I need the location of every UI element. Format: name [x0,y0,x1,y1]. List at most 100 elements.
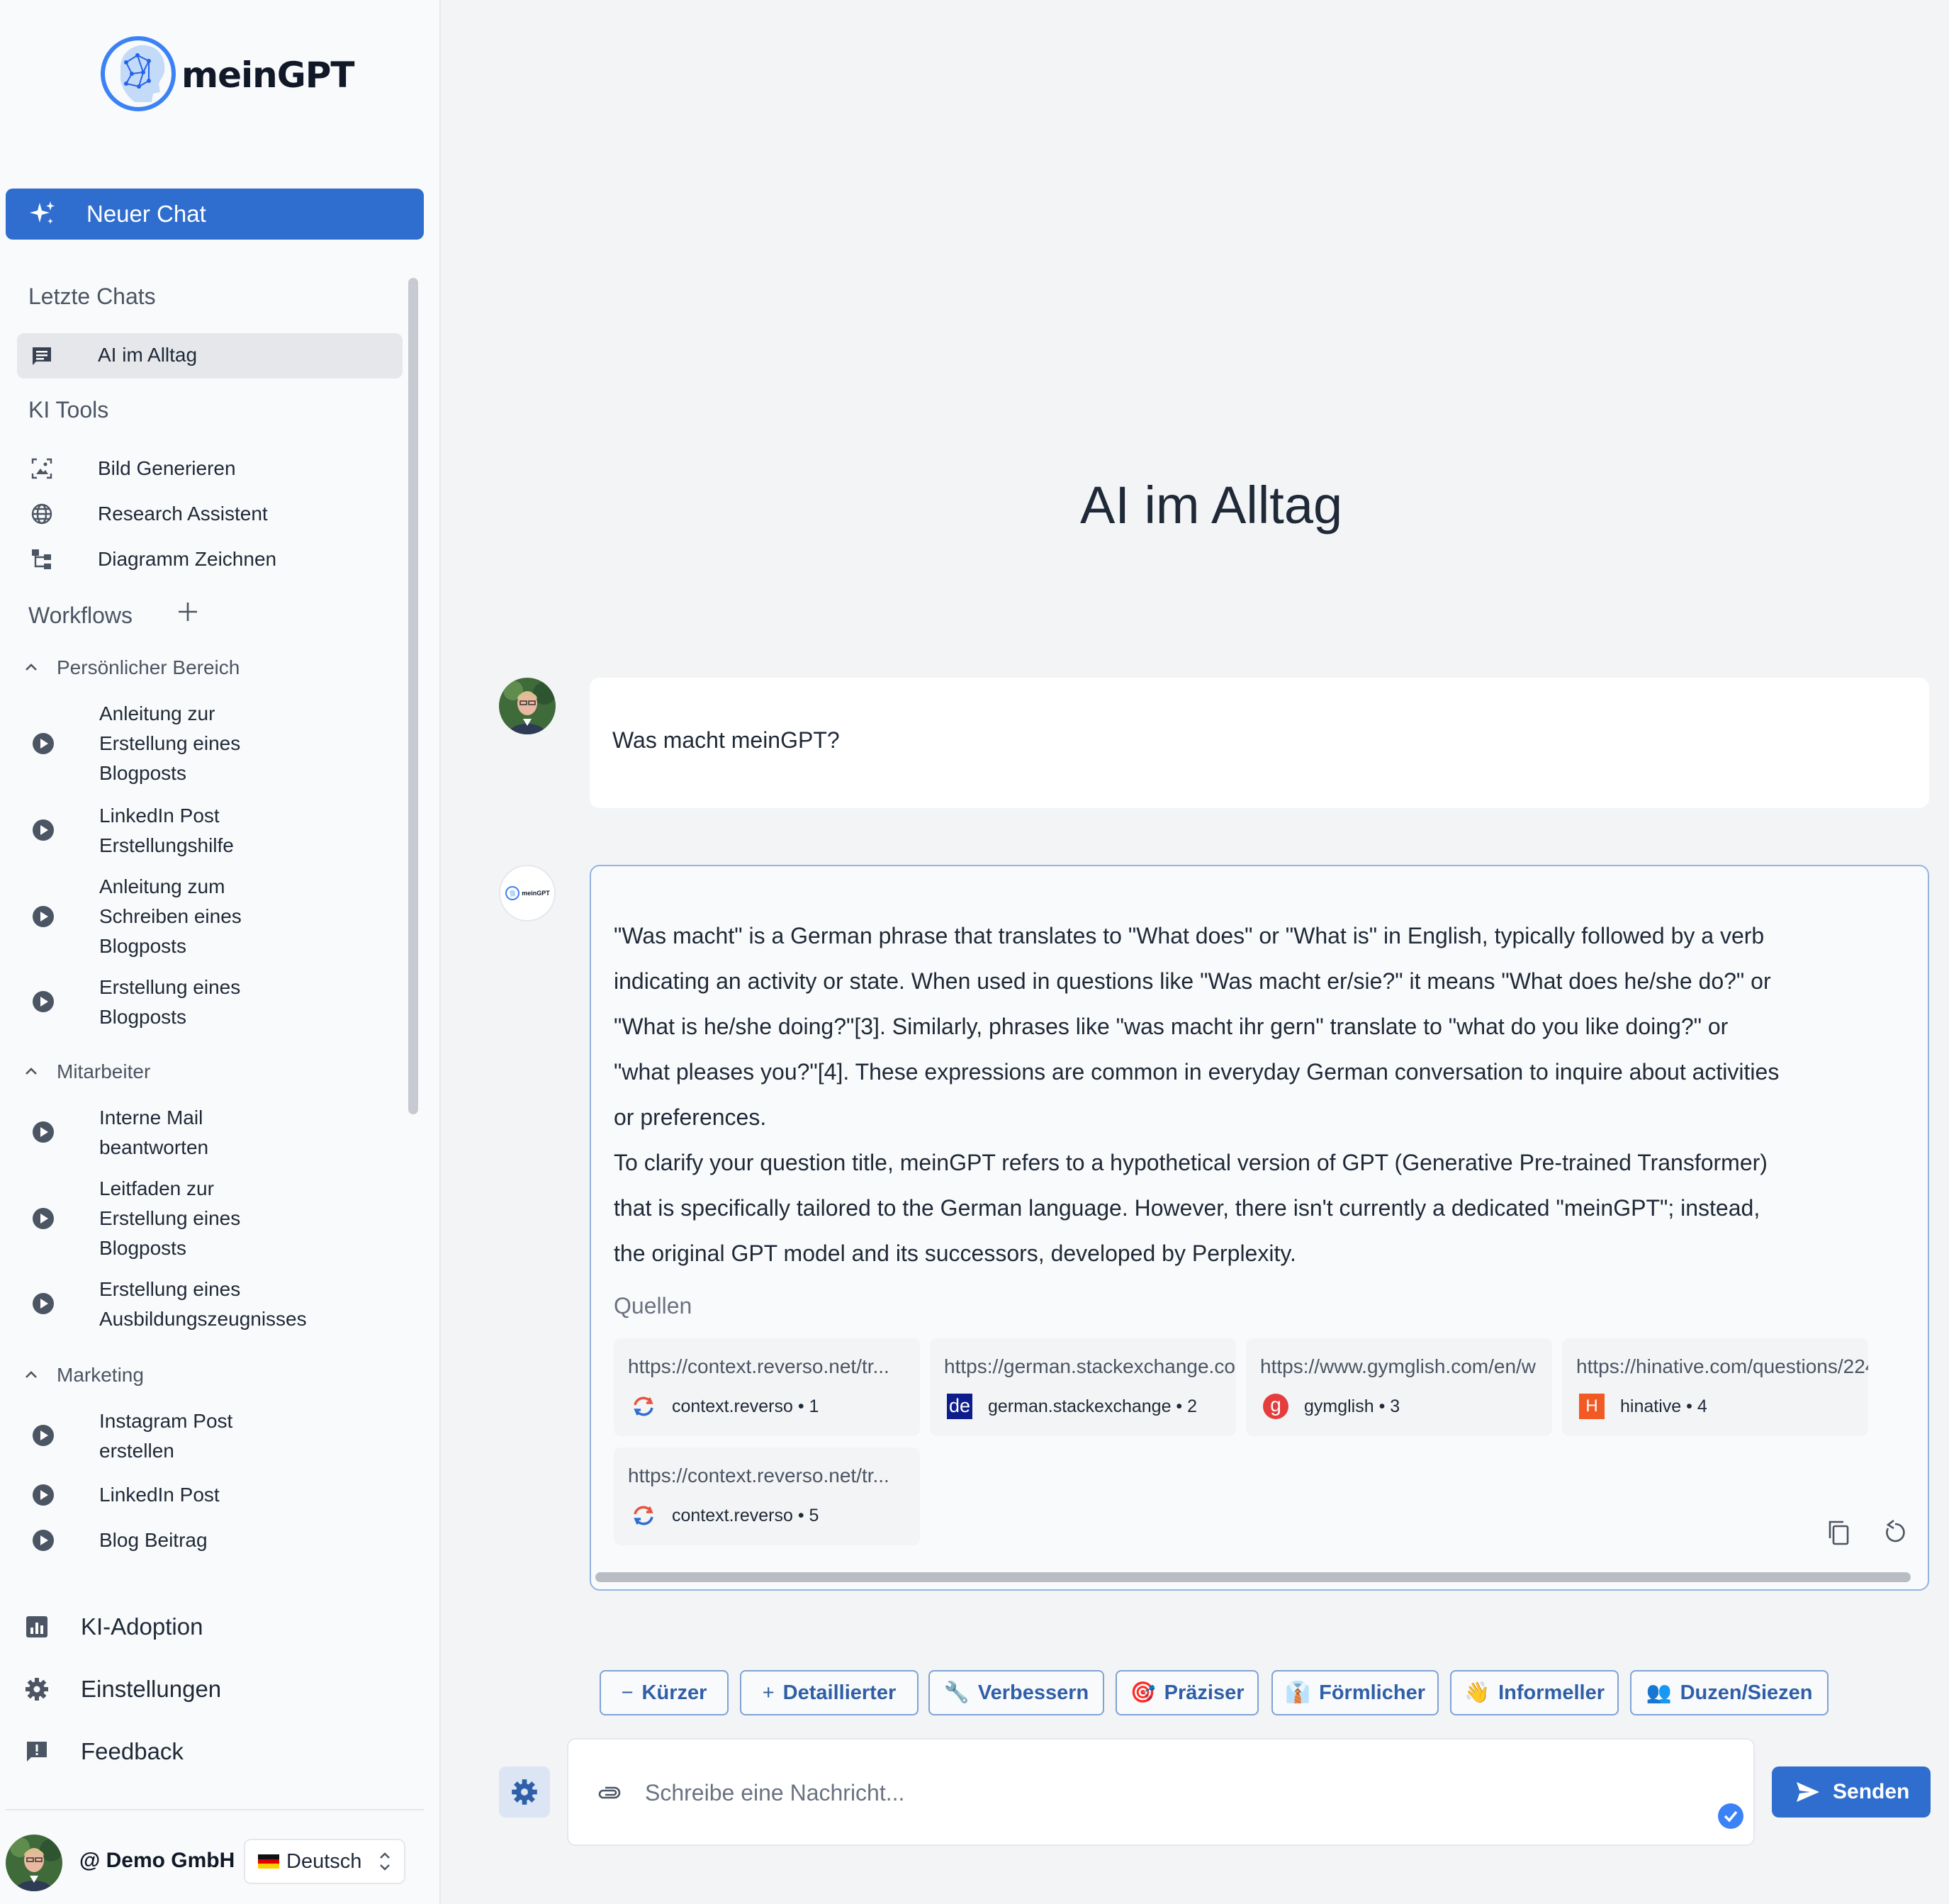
chip-foermlicher[interactable]: 👔 Förmlicher [1271,1670,1439,1715]
source-url: https://hinative.com/questions/22497 [1576,1355,1868,1377]
workflow-item[interactable]: Instagram Post erstellen [28,1406,397,1466]
chat-settings-button[interactable] [499,1766,550,1818]
nav-ki-adoption[interactable]: KI-Adoption [24,1613,203,1640]
user-message: Was macht meinGPT? [590,678,1929,808]
suit-icon: 👔 [1285,1681,1311,1704]
bot-text-line: "Was macht" is a German phrase that tran… [614,923,1765,948]
recent-chats-title: Letzte Chats [28,284,156,309]
recent-chat-item[interactable]: AI im Alltag [17,333,403,379]
tool-research-assistent[interactable]: Research Assistent [17,499,403,529]
nav-feedback[interactable]: Feedback [24,1738,184,1765]
workflow-item[interactable]: Anleitung zum Schreiben eines Blogposts [28,872,397,961]
chevron-up-icon [26,663,37,671]
source-url: https://context.reverso.net/tr... [628,1355,889,1377]
wave-icon: 👋 [1464,1681,1490,1704]
horizontal-scrollbar[interactable] [595,1572,1911,1582]
source-url: https://context.reverso.net/tr... [628,1465,889,1486]
language-select[interactable]: Deutsch [244,1839,405,1884]
play-icon [33,1208,54,1229]
play-icon [33,1293,54,1314]
person-photo-icon [499,678,556,734]
workflow-label-line: Erstellung eines [99,732,241,754]
workflow-label-line: Erstellung eines [99,1207,241,1229]
play-icon [33,991,54,1012]
bot-message: "Was macht" is a German phrase that tran… [590,865,1929,1591]
workflow-item[interactable]: Leitfaden zur Erstellung eines Blogposts [28,1174,397,1263]
send-button[interactable]: Senden [1772,1766,1931,1818]
message-input[interactable] [645,1768,1666,1818]
gear-icon [26,1678,48,1701]
source-card[interactable]: https://context.reverso.net/tr... contex… [614,1447,920,1545]
workflow-label-line: Blogposts [99,1006,186,1028]
workflow-item[interactable]: LinkedIn Post Erstellungshilfe [28,801,397,861]
source-card[interactable]: https://hinative.com/questions/22497 H h… [1562,1338,1868,1436]
logo[interactable]: meinGPT [99,34,355,116]
bot-text-line: "What is he/she doing?"[3]. Similarly, p… [614,1014,1729,1039]
workflow-label-line: beantworten [99,1136,209,1158]
workflow-label-line: LinkedIn Post [99,1484,220,1506]
tool-bild-generieren[interactable]: Bild Generieren [17,454,403,483]
chevron-updown-icon [380,1852,390,1871]
bot-text-line: or preferences. [614,1104,767,1130]
sidebar-scrollbar-thumb[interactable] [408,278,418,1114]
source-card[interactable]: https://www.gymglish.com/en/w g gymglish… [1246,1338,1552,1436]
chip-label: Verbessern [977,1681,1089,1704]
image-icon [31,458,52,479]
bot-text-line: "what pleases you?"[4]. These expression… [614,1059,1780,1085]
new-chat-label: Neuer Chat [86,201,206,227]
regenerate-icon[interactable] [1881,1518,1909,1547]
workflow-item[interactable]: Interne Mail beantworten [28,1103,397,1163]
chip-kuerzer[interactable]: − Kürzer [600,1670,729,1715]
workflow-group-header[interactable]: Persönlicher Bereich [23,656,240,679]
chip-label: Duzen/Siezen [1680,1681,1813,1704]
workflow-item[interactable]: Erstellung eines Blogposts [28,973,397,1032]
gear-icon [512,1779,537,1805]
nav-label: Einstellungen [81,1676,222,1702]
new-chat-button[interactable]: Neuer Chat [6,189,424,240]
paperclip-icon[interactable] [595,1779,622,1806]
bot-text-line: the original GPT model and its successor… [614,1241,1296,1266]
german-flag-icon [258,1854,279,1869]
source-card[interactable]: https://german.stackexchange.com de germ… [930,1338,1236,1436]
workflow-item[interactable]: Blog Beitrag [28,1525,397,1555]
workflow-item[interactable]: LinkedIn Post [28,1480,397,1510]
workflow-group-title: Mitarbeiter [57,1060,151,1082]
chip-duzen-siezen[interactable]: 👥 Duzen/Siezen [1630,1670,1829,1715]
workflow-label-line: Blogposts [99,935,186,957]
chat-bubble-icon [33,347,51,365]
chip-detaillierter[interactable]: + Detaillierter [740,1670,919,1715]
gymglish-icon: g [1263,1394,1288,1419]
workflow-group-header[interactable]: Mitarbeiter [23,1060,150,1083]
source-card[interactable]: https://context.reverso.net/tr... contex… [614,1338,920,1436]
target-icon: 🎯 [1130,1681,1156,1704]
add-workflow-icon[interactable] [176,600,200,624]
reverso-icon [634,1396,653,1416]
chat-title: AI im Alltag [1080,476,1343,534]
chip-praeziser[interactable]: 🎯 Präziser [1116,1670,1259,1715]
chip-informeller[interactable]: 👋 Informeller [1450,1670,1619,1715]
workflow-item[interactable]: Erstellung eines Ausbildungszeugnisses [28,1275,397,1334]
chevron-up-icon [26,1068,37,1075]
chip-verbessern[interactable]: 🔧 Verbessern [928,1670,1104,1715]
sources-label: Quellen [614,1293,692,1318]
nav-einstellungen[interactable]: Einstellungen [24,1676,221,1703]
workflow-label-line: Erstellung eines [99,976,241,998]
workflow-label-line: Ausbildungszeugnisses [99,1308,307,1330]
user-avatar[interactable] [6,1835,62,1891]
workflow-label-line: Anleitung zum [99,875,225,897]
plus-icon: + [762,1681,775,1704]
globe-icon [31,503,52,525]
nav-label: KI-Adoption [81,1613,203,1640]
bot-text-line: indicating an activity or state. When us… [614,968,1771,994]
play-icon [33,906,54,927]
send-label: Senden [1833,1780,1910,1803]
workflow-item[interactable]: Anleitung zur Erstellung eines Blogposts [28,699,397,788]
tool-diagramm-zeichnen[interactable]: Diagramm Zeichnen [17,544,403,574]
bot-text-line: that is specifically tailored to the Ger… [614,1195,1760,1221]
chart-icon [26,1616,47,1637]
play-icon [33,1425,54,1446]
play-icon [33,819,54,841]
workflow-group-header[interactable]: Marketing [23,1364,144,1387]
copy-icon[interactable] [1824,1518,1853,1547]
play-icon [33,1121,54,1143]
